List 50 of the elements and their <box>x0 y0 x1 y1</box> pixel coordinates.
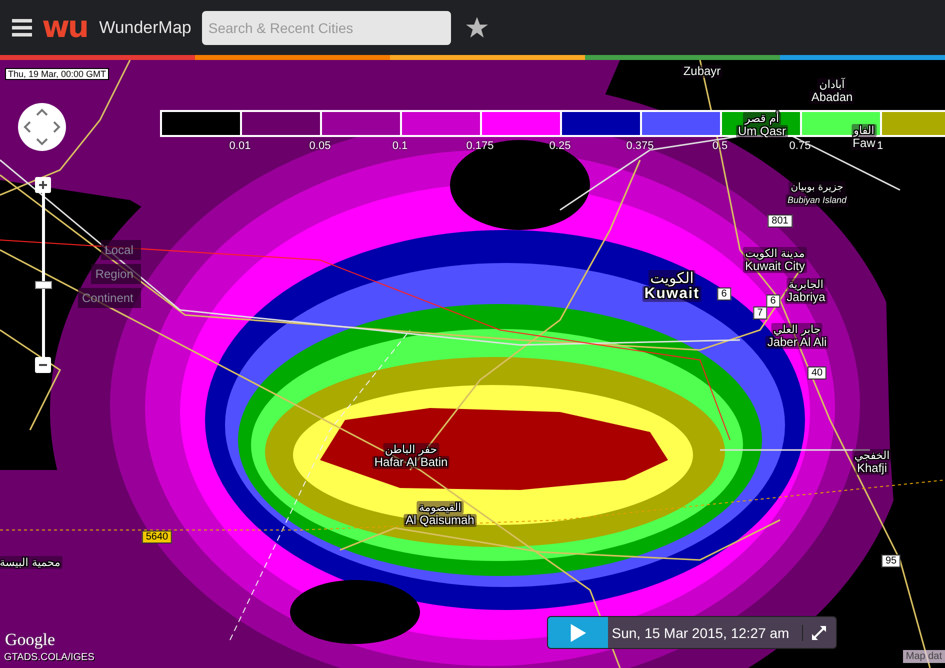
road-number-sign: 801 <box>768 214 792 228</box>
logo[interactable]: wu <box>42 12 88 42</box>
legend-tick-label: 0.25 <box>549 140 571 152</box>
imagery-credit: GTADS.COLA/IGES <box>4 652 94 664</box>
place-label-native: الخفجي <box>852 449 892 462</box>
place-label-native: أم قصر <box>742 112 782 125</box>
place-label: Um Qasr <box>736 125 788 138</box>
road-number-sign: 40 <box>807 366 827 380</box>
menu-icon[interactable] <box>12 18 32 36</box>
zoom-preset-button[interactable]: Region <box>91 264 142 284</box>
star-icon[interactable] <box>465 16 490 39</box>
plus-icon <box>38 180 48 190</box>
timestamp-label: Thu, 19 Mar, 00:00 GMT <box>5 68 110 80</box>
legend-tick-label: 0.1 <box>392 140 408 152</box>
pan-control[interactable] <box>17 102 67 152</box>
zoom-preset-button[interactable]: Local <box>100 240 142 260</box>
zoom-preset-button[interactable]: Continent <box>78 288 142 308</box>
place-label-native: جزيرة بوبيان <box>788 181 846 194</box>
google-logo: Google <box>5 630 56 649</box>
place-label-native: الفاو <box>852 124 876 137</box>
road-number-sign: 6 <box>766 294 780 308</box>
place-label: Kuwait <box>642 286 702 302</box>
road-number-sign: 95 <box>881 554 901 568</box>
legend-tick-label: 0.375 <box>626 140 654 152</box>
place-label-native: مدينة الكويت <box>743 247 807 260</box>
legend-tick-label: 0.75 <box>789 140 811 152</box>
zoom-in-button[interactable] <box>35 177 51 193</box>
map-data-link[interactable]: Map dat <box>902 650 945 663</box>
play-button[interactable] <box>548 617 608 648</box>
place-label-native: آبادان <box>817 78 847 91</box>
place-label-native: الكويت <box>648 270 696 286</box>
play-icon <box>569 624 587 642</box>
road-number-sign: 7 <box>753 306 767 320</box>
date-time-label: Sun, 15 Mar 2015, 12:27 am <box>610 624 790 640</box>
place-label: Bubiyan Island <box>785 194 849 207</box>
zoom-out-button[interactable] <box>35 357 51 373</box>
place-label-native: حفر الباطن <box>382 443 440 456</box>
place-label-native: جابر العلي <box>771 323 823 336</box>
app-title: WunderMap <box>99 18 192 38</box>
search-field[interactable]: Search & Recent Cities <box>202 10 452 44</box>
place-label-native: الجابرية <box>786 278 826 291</box>
legend-tick-label: 0.01 <box>229 140 251 152</box>
road-number-sign: 5640 <box>142 530 172 544</box>
place-label: Al Qaisumah <box>404 514 476 527</box>
expand-icon[interactable] <box>802 624 827 640</box>
legend-tick-label: 1 <box>876 140 884 152</box>
place-label-native: القيصومة <box>416 501 464 514</box>
place-label-native: محمية البيسة <box>0 556 62 569</box>
legend-tick-label: 0.05 <box>309 140 331 152</box>
road-number-sign: 6 <box>717 288 731 300</box>
